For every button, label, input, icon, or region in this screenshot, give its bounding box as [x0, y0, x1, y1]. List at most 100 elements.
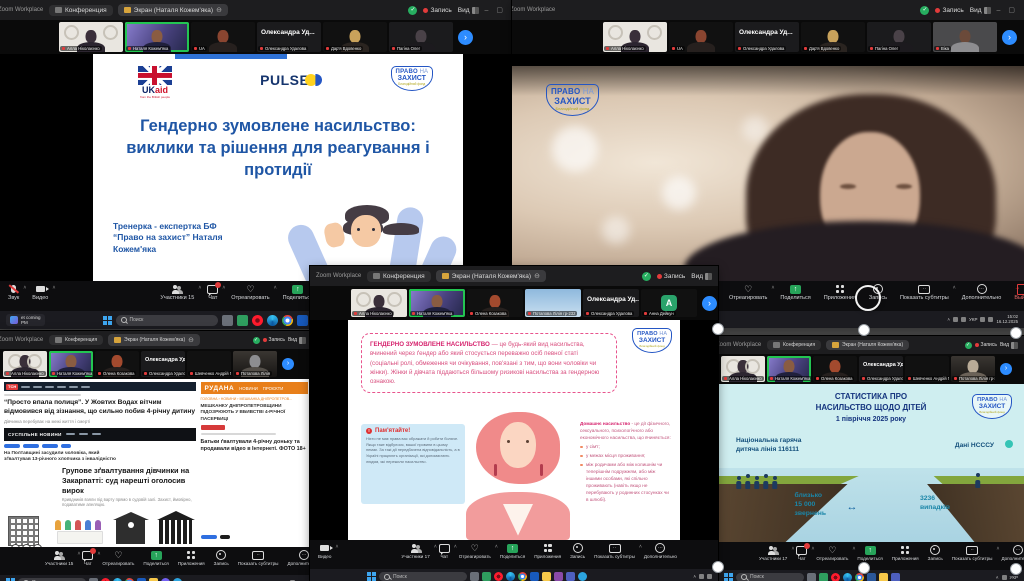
toolbar-record[interactable]: Запись: [214, 550, 229, 566]
chevron-up-icon[interactable]: ˄: [639, 544, 642, 550]
word-icon[interactable]: [867, 573, 876, 581]
toolbar-captions[interactable]: ··Показать субтитры˄: [952, 545, 993, 561]
participant-tile[interactable]: Олена Козакова: [95, 351, 139, 377]
news-headline-1[interactable]: “Просто впала полиця”. У Жовтих Водах ві…: [4, 399, 196, 417]
toolbar-captions[interactable]: ··Показать субтитры˄: [900, 284, 949, 301]
toolbar-apps[interactable]: Приложения: [892, 545, 919, 561]
tab-conference[interactable]: Конференция: [767, 340, 821, 350]
toolbar-video[interactable]: Видео˄: [318, 543, 331, 559]
chevron-up-icon[interactable]: ˄: [495, 544, 498, 550]
participant-tile-active-speaker[interactable]: Наталя Кожем'яка: [409, 289, 465, 317]
chevron-up-icon[interactable]: ˄: [274, 285, 277, 291]
toolbar-video[interactable]: Видео˄: [32, 284, 48, 301]
photos-icon[interactable]: [554, 572, 563, 581]
toolbar-apps[interactable]: Приложения: [534, 543, 561, 559]
toolbar-record[interactable]: Запись: [928, 545, 943, 561]
participant-tile[interactable]: Дар'я Вдовенко: [323, 22, 387, 52]
taskbar-search[interactable]: Поиск: [379, 572, 467, 581]
security-shield-icon[interactable]: ✓: [408, 6, 417, 15]
rudana-headline[interactable]: Мешканку Дніпропетровщини підозрюють у в…: [201, 403, 308, 422]
view-button[interactable]: Вид: [458, 7, 479, 14]
participant-tile[interactable]: Пагіна Олег: [389, 22, 453, 52]
participant-tile-active-speaker[interactable]: Наталя Кожем'яка: [49, 351, 93, 377]
view-button[interactable]: Вид: [1000, 342, 1018, 349]
window-controls[interactable]: – ▢: [485, 6, 506, 14]
security-shield-icon[interactable]: ✓: [965, 342, 972, 349]
toolbar-react[interactable]: ♡Отреагировать˄: [729, 284, 767, 301]
edge-icon[interactable]: [267, 315, 278, 326]
participant-tile-camera-off[interactable]: Олександра Уд...Олександра Удалова: [859, 356, 903, 382]
tab-conference[interactable]: Конференция: [49, 5, 113, 16]
participant-tile[interactable]: Алла Ніколаєнко: [3, 351, 47, 377]
toolbar-share[interactable]: ↑Поделиться: [283, 284, 313, 301]
tsn-logo[interactable]: ТСН: [6, 384, 18, 390]
chrome-icon[interactable]: [282, 315, 293, 326]
system-tray[interactable]: ˄: [693, 574, 712, 579]
toolbar-share[interactable]: ↑Поделиться: [500, 543, 525, 559]
toolbar-react[interactable]: ♡Отреагировать: [102, 550, 134, 566]
selection-handle-top-middle[interactable]: [858, 324, 870, 336]
system-tray[interactable]: ˄УКР: [996, 575, 1018, 580]
file-explorer-icon[interactable]: [807, 573, 816, 581]
view-button[interactable]: Вид: [288, 337, 306, 344]
chevron-up-icon[interactable]: ˄: [222, 285, 225, 291]
chevron-up-icon[interactable]: ˄: [198, 285, 201, 291]
security-shield-icon[interactable]: ✓: [642, 272, 651, 281]
tab-screen-share[interactable]: Экран (Наталя Кожем'яка): [826, 340, 909, 350]
chevron-up-icon[interactable]: ˄: [953, 285, 956, 291]
next-participants-button[interactable]: ›: [1000, 363, 1012, 375]
participant-tile-camera-off[interactable]: Олександра Уд...Олександра Удалова: [257, 22, 321, 52]
system-tray[interactable]: ˄УКР 15:0216.12.2025: [947, 315, 1018, 325]
selection-handle-bottom-left[interactable]: [712, 561, 724, 573]
windows-start-button[interactable]: [103, 316, 112, 325]
toolbar-react[interactable]: ♡Отреагировать˄: [816, 545, 848, 561]
rudana-logo[interactable]: РУДАНА: [205, 385, 235, 392]
widgets-icon[interactable]: [819, 573, 828, 581]
participant-tile[interactable]: UA: [669, 22, 733, 52]
next-participants-button[interactable]: ›: [282, 358, 294, 370]
security-shield-icon[interactable]: ✓: [253, 337, 260, 344]
participant-tile-active-speaker[interactable]: Наталя Кожем'яка: [125, 22, 189, 52]
opera-icon[interactable]: [252, 315, 263, 326]
toolbar-captions[interactable]: ··Показать субтитры: [238, 550, 279, 566]
participant-tile-active-speaker[interactable]: Наталя Кожем'яка: [767, 356, 811, 382]
toolbar-captions[interactable]: ··Показать субтитры˄: [594, 543, 635, 559]
tab-conference[interactable]: Конференция: [367, 271, 431, 282]
participant-tile[interactable]: Алла Ніколаєнко: [351, 289, 407, 317]
edge-icon[interactable]: [843, 573, 852, 581]
rudana-nav-news[interactable]: НОВИНИ: [239, 386, 258, 391]
chevron-up-icon[interactable]: ˄: [771, 285, 774, 291]
rudana-nav-projects[interactable]: ПРОЄКТИ: [263, 386, 284, 391]
selection-handle-top-left[interactable]: [712, 323, 724, 335]
participant-tile[interactable]: UA: [191, 22, 255, 52]
participant-tile-camera-off[interactable]: Олександра Уд...Олександра Удалова: [735, 22, 799, 52]
folder-icon[interactable]: [542, 572, 551, 581]
toolbar-share[interactable]: ↑Поделиться: [143, 550, 168, 566]
toolbar-participants[interactable]: Участники 15˄: [45, 550, 73, 566]
toolbar-apps[interactable]: Приложения: [178, 550, 205, 566]
participant-tile[interactable]: Потапова Лілія гр-232: [525, 289, 581, 317]
toolbar-participants[interactable]: Участники 15˄: [160, 284, 194, 301]
toolbar-exit[interactable]: Выйти: [1014, 284, 1024, 301]
toolbar-apps[interactable]: Приложения: [824, 284, 856, 301]
participant-tile[interactable]: Дар'я Вдовенко: [801, 22, 865, 52]
participant-tile-camera-off[interactable]: Олександра Уд...Олександра Удалова: [141, 351, 185, 377]
participant-tile[interactable]: Алла Ніколаєнко: [721, 356, 765, 382]
participant-tile[interactable]: Шевченко Андрій ГР-231: [905, 356, 949, 382]
chevron-up-icon[interactable]: ˄: [811, 546, 814, 552]
view-button[interactable]: Вид: [691, 273, 712, 280]
tag-pills[interactable]: [201, 535, 230, 539]
toolbar-chat[interactable]: Чат˄: [439, 543, 450, 559]
tab-screen-share[interactable]: Экран (Наталя Кожем'яка)⊖: [118, 4, 228, 16]
participant-tile[interactable]: Алла Ніколаєнко: [603, 22, 667, 52]
chevron-up-icon[interactable]: ˄: [791, 546, 794, 552]
widgets-icon[interactable]: [237, 315, 248, 326]
participant-tile[interactable]: Шевченко Андрій ГР-231: [187, 351, 231, 377]
taskbar-search[interactable]: Поиск: [736, 573, 804, 581]
view-button[interactable]: Вид: [970, 7, 991, 14]
chevron-up-icon[interactable]: ˄: [434, 544, 437, 550]
participant-tile-camera-off[interactable]: Олександра Уд...Олександра Удалова: [583, 289, 639, 317]
toolbar-share[interactable]: ↑Поделиться: [780, 284, 810, 301]
chevron-up-icon[interactable]: ˄: [77, 551, 80, 557]
toolbar-more[interactable]: …Дополнительно: [962, 284, 1002, 301]
